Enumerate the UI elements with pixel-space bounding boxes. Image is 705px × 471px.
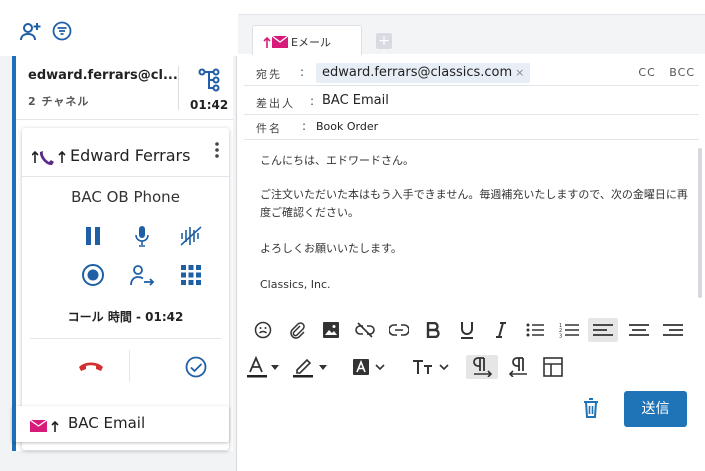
font-size-chevron-icon[interactable] <box>436 355 452 379</box>
active-interaction[interactable]: edward.ferrars@cl... 2 チャネル 01:42 Edward… <box>12 56 233 451</box>
body-greeting: こんにちは、エドワードさん。 <box>260 154 414 167</box>
align-center-icon[interactable] <box>626 318 652 342</box>
email-body-editor[interactable]: こんにちは、エドワードさん。 ご注文いただいた本はもう入手できません。毎週補充い… <box>244 140 699 312</box>
remove-recipient-icon[interactable]: × <box>515 66 524 79</box>
svg-text:3: 3 <box>559 334 562 339</box>
emoji-icon[interactable] <box>250 318 276 342</box>
interaction-panel: edward.ferrars@cl... 2 チャネル 01:42 Edward… <box>0 0 237 471</box>
microphone-button[interactable] <box>129 223 155 249</box>
from-colon: : <box>310 94 315 108</box>
highlight-icon[interactable] <box>290 355 316 379</box>
align-left-icon[interactable] <box>588 318 618 342</box>
interaction-timer: 01:42 <box>190 98 229 112</box>
hold-button[interactable] <box>80 223 106 249</box>
hangup-button[interactable] <box>78 354 104 380</box>
email-outbound-icon <box>29 418 60 437</box>
interaction-email: edward.ferrars@cl... <box>28 68 178 83</box>
recipient-chip[interactable]: edward.ferrars@classics.com × <box>316 63 531 83</box>
add-tab-button[interactable]: + <box>376 33 392 49</box>
left-toolbar <box>0 0 237 56</box>
keypad-icon[interactable] <box>178 262 204 288</box>
font-color-dropdown-icon[interactable] <box>268 355 282 379</box>
subject-label: 件名 <box>256 122 282 135</box>
divider <box>22 176 229 177</box>
table-icon[interactable] <box>540 355 566 379</box>
dtmf-muted-icon[interactable] <box>178 223 204 249</box>
tab-strip: Eメール + <box>238 14 705 55</box>
email-tab-icon <box>263 34 289 53</box>
from-label: 差出人 <box>256 97 295 110</box>
complete-check-icon[interactable] <box>183 354 209 380</box>
ltr-paragraph-icon[interactable] <box>466 355 498 379</box>
call-card: Edward Ferrars BAC OB Phone コール 時間 - 01:… <box>22 128 229 450</box>
bulleted-list-icon[interactable] <box>522 318 548 342</box>
font-size-icon[interactable] <box>410 355 436 379</box>
app-root: edward.ferrars@cl... 2 チャネル 01:42 Edward… <box>0 0 705 471</box>
body-closing: よろしくお願いいたします。 <box>260 242 402 255</box>
outbound-call-icon <box>31 148 66 170</box>
font-color-icon[interactable] <box>244 355 270 379</box>
tab-label: Eメール <box>291 36 331 49</box>
highlight-dropdown-icon[interactable] <box>316 355 330 379</box>
channel-count: 2 チャネル <box>28 95 90 108</box>
cc-bcc-toggles: CC BCC <box>638 66 695 79</box>
unlink-icon[interactable] <box>352 318 378 342</box>
transfer-icon[interactable] <box>129 262 155 288</box>
subject-value[interactable]: Book Order <box>316 120 378 133</box>
image-icon[interactable] <box>318 318 344 342</box>
font-background-icon[interactable] <box>348 355 374 379</box>
rtl-paragraph-icon[interactable] <box>506 355 532 379</box>
call-duration: コール 時間 - 01:42 <box>67 310 184 324</box>
to-colon: : <box>300 65 305 79</box>
recipient-address: edward.ferrars@classics.com <box>322 65 513 80</box>
journey-tree-icon[interactable] <box>197 68 221 96</box>
email-interaction-card[interactable]: BAC Email <box>12 406 229 442</box>
from-field[interactable]: 差出人 : BAC Email <box>244 89 699 115</box>
interaction-header: edward.ferrars@cl... 2 チャネル 01:42 <box>16 56 233 120</box>
divider <box>30 338 221 339</box>
tab-email[interactable]: Eメール <box>252 25 362 55</box>
to-field[interactable]: 宛先 : edward.ferrars@classics.com × CC BCC <box>244 60 699 86</box>
body-message: ご注文いただいた本はもう入手できません。毎週補充いたしますので、次の金曜日に再度… <box>260 188 688 219</box>
to-label: 宛先 <box>256 68 282 81</box>
send-button[interactable]: 送信 <box>624 391 687 427</box>
email-composer: Eメール + 宛先 : edward.ferrars@classics.com ×… <box>238 0 705 471</box>
subject-colon: : <box>302 119 307 133</box>
email-card-label: BAC Email <box>68 414 146 432</box>
attachment-icon[interactable] <box>284 318 310 342</box>
add-contact-icon[interactable] <box>20 20 42 42</box>
call-queue: BAC OB Phone <box>71 188 180 206</box>
font-background-chevron-icon[interactable] <box>372 355 388 379</box>
filter-icon[interactable] <box>51 20 73 42</box>
align-right-icon[interactable] <box>660 318 686 342</box>
cc-button[interactable]: CC <box>638 66 655 79</box>
caller-name: Edward Ferrars <box>70 146 191 165</box>
delete-draft-icon[interactable] <box>583 398 599 422</box>
more-options-icon[interactable] <box>215 142 219 162</box>
header-divider <box>178 66 179 110</box>
from-value: BAC Email <box>322 93 389 108</box>
numbered-list-icon[interactable]: 123 <box>556 318 582 342</box>
body-signature: Classics, Inc. <box>260 278 331 291</box>
divider <box>129 350 130 382</box>
link-icon[interactable] <box>386 318 412 342</box>
italic-icon[interactable] <box>488 318 514 342</box>
subject-field[interactable]: 件名 : Book Order <box>244 114 699 140</box>
bcc-button[interactable]: BCC <box>669 66 695 79</box>
bold-icon[interactable] <box>420 318 446 342</box>
body-scrollbar[interactable] <box>698 148 702 298</box>
underline-icon[interactable] <box>454 318 480 342</box>
record-button[interactable] <box>80 262 106 288</box>
